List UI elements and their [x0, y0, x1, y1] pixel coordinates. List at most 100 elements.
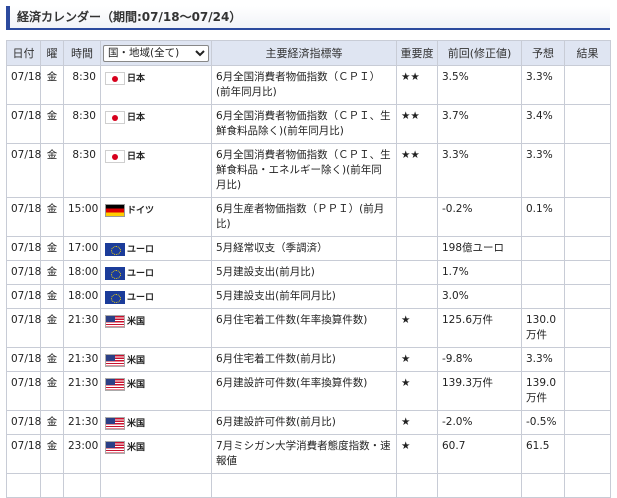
cell-indicator: 5月経常収支（季調済） — [211, 236, 397, 261]
country-name: ユーロ — [127, 245, 155, 255]
eu-flag-icon — [105, 291, 125, 304]
cell-result — [564, 410, 611, 435]
column-header-result: 結果 — [564, 40, 611, 66]
country-region-select[interactable]: 国・地域(全て) — [103, 44, 209, 62]
cell-country: ドイツ — [100, 197, 212, 237]
cell-forecast: 139.0万件 — [521, 371, 565, 411]
cell-date: 07/18 — [6, 260, 41, 285]
cell-dow: 金 — [40, 371, 64, 411]
cell-empty — [100, 473, 212, 498]
cell-dow: 金 — [40, 104, 64, 144]
cell-result — [564, 197, 611, 237]
cell-dow: 金 — [40, 410, 64, 435]
cell-indicator: 6月住宅着工件数(年率換算件数) — [211, 308, 397, 348]
cell-dow: 金 — [40, 260, 64, 285]
cell-importance — [396, 197, 438, 237]
cell-indicator: 6月生産者物価指数（ＰＰＩ）(前月比) — [211, 197, 397, 237]
cell-indicator: 6月建設許可件数(前月比) — [211, 410, 397, 435]
cell-country: 日本 — [100, 143, 212, 198]
cell-country: 日本 — [100, 65, 212, 105]
country-name: 日本 — [127, 113, 146, 123]
cell-importance — [396, 260, 438, 285]
cell-previous: 3.3% — [437, 143, 522, 198]
cell-dow: 金 — [40, 434, 64, 474]
eu-flag-icon — [105, 243, 125, 256]
cell-previous: -9.8% — [437, 347, 522, 372]
column-header-dow: 曜 — [40, 40, 64, 66]
cell-previous: 3.7% — [437, 104, 522, 144]
cell-indicator: 5月建設支出(前月比) — [211, 260, 397, 285]
cell-dow: 金 — [40, 197, 64, 237]
country-name: 米国 — [127, 419, 146, 429]
cell-dow: 金 — [40, 236, 64, 261]
cell-indicator: 6月全国消費者物価指数（ＣＰＩ、生鮮食料品・エネルギー除く)(前年同月比) — [211, 143, 397, 198]
cell-result — [564, 371, 611, 411]
cell-forecast: 3.3% — [521, 65, 565, 105]
cell-importance — [396, 284, 438, 309]
cell-indicator: 6月建設許可件数(年率換算件数) — [211, 371, 397, 411]
cell-date: 07/18 — [6, 143, 41, 198]
cell-date: 07/18 — [6, 308, 41, 348]
cell-date: 07/18 — [6, 434, 41, 474]
cell-forecast: 3.3% — [521, 143, 565, 198]
usa-flag-icon — [105, 354, 125, 367]
cell-result — [564, 260, 611, 285]
cell-importance: ★ — [396, 410, 438, 435]
cell-time: 18:00 — [63, 260, 101, 285]
table-row-empty — [6, 473, 611, 498]
country-name: 米国 — [127, 380, 146, 390]
table-row: 07/18 金 18:00 ユーロ 5月建設支出(前年同月比) 3.0% — [6, 284, 611, 309]
cell-result — [564, 104, 611, 144]
column-header-importance: 重要度 — [396, 40, 438, 66]
table-row: 07/18 金 21:30 米国 6月住宅着工件数(年率換算件数) ★ 125.6万件 130… — [6, 308, 611, 348]
cell-previous: 3.5% — [437, 65, 522, 105]
cell-importance: ★ — [396, 308, 438, 348]
cell-date: 07/18 — [6, 236, 41, 261]
table-row: 07/18 金 23:00 米国 7月ミシガン大学消費者態度指数・速報値 ★ 60.7 61.… — [6, 434, 611, 474]
table-row: 07/18 金 21:30 米国 6月住宅着工件数(前月比) ★ -9.8% 3.3% — [6, 347, 611, 372]
table-header-row: 日付 曜 時間 国・地域(全て) 主要経済指標等 重要度 前回(修正値) 予想 … — [6, 40, 611, 66]
cell-country: 米国 — [100, 347, 212, 372]
table-row: 07/18 金 21:30 米国 6月建設許可件数(前月比) ★ -2.0% -0.5% — [6, 410, 611, 435]
cell-time: 21:30 — [63, 410, 101, 435]
cell-country: 日本 — [100, 104, 212, 144]
japan-flag-icon — [105, 111, 125, 124]
country-name: 米国 — [127, 443, 146, 453]
usa-flag-icon — [105, 441, 125, 454]
column-header-indicator: 主要経済指標等 — [211, 40, 397, 66]
cell-previous: 1.7% — [437, 260, 522, 285]
economic-calendar-table: 日付 曜 時間 国・地域(全て) 主要経済指標等 重要度 前回(修正値) 予想 … — [6, 40, 611, 498]
cell-date: 07/18 — [6, 104, 41, 144]
usa-flag-icon — [105, 417, 125, 430]
cell-forecast — [521, 236, 565, 261]
table-row: 07/18 金 17:00 ユーロ 5月経常収支（季調済） 198億ユーロ — [6, 236, 611, 261]
column-header-country: 国・地域(全て) — [100, 40, 212, 66]
cell-result — [564, 308, 611, 348]
cell-time: 8:30 — [63, 104, 101, 144]
cell-previous: 198億ユーロ — [437, 236, 522, 261]
cell-date: 07/18 — [6, 65, 41, 105]
cell-time: 21:30 — [63, 347, 101, 372]
cell-importance: ★ — [396, 347, 438, 372]
cell-dow: 金 — [40, 65, 64, 105]
cell-time: 21:30 — [63, 371, 101, 411]
cell-previous: -2.0% — [437, 410, 522, 435]
cell-result — [564, 143, 611, 198]
cell-time: 21:30 — [63, 308, 101, 348]
cell-time: 17:00 — [63, 236, 101, 261]
cell-time: 8:30 — [63, 65, 101, 105]
cell-previous: -0.2% — [437, 197, 522, 237]
usa-flag-icon — [105, 315, 125, 328]
cell-empty — [211, 473, 397, 498]
cell-country: ユーロ — [100, 284, 212, 309]
cell-previous: 3.0% — [437, 284, 522, 309]
cell-empty — [521, 473, 565, 498]
table-body: 07/18 金 8:30 日本 6月全国消費者物価指数（ＣＰＩ）(前年同月比) ★★ 3.5… — [6, 65, 611, 498]
cell-country: 米国 — [100, 410, 212, 435]
cell-result — [564, 434, 611, 474]
germany-flag-icon — [105, 204, 125, 217]
japan-flag-icon — [105, 150, 125, 163]
cell-previous: 125.6万件 — [437, 308, 522, 348]
cell-time: 18:00 — [63, 284, 101, 309]
table-row: 07/18 金 8:30 日本 6月全国消費者物価指数（ＣＰＩ、生鮮食料品・エネルギー除… — [6, 143, 611, 198]
